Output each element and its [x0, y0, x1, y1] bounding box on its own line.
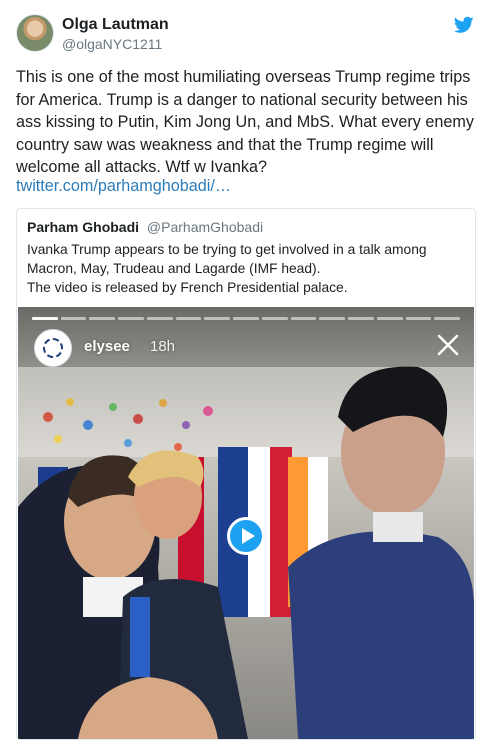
story-progress-bar [32, 317, 461, 320]
author-handle[interactable]: @olgaNYC1211 [62, 36, 162, 52]
author-name[interactable]: Olga Lautman [62, 16, 169, 34]
quoted-tweet[interactable]: Parham Ghobadi @ParhamGhobadi Ivanka Tru… [16, 208, 476, 740]
quoted-text-line-2: The video is released by French Presiden… [27, 280, 348, 295]
tweet-text: This is one of the most humiliating over… [16, 68, 474, 176]
quoted-text: Ivanka Trump appears to be trying to get… [27, 240, 467, 297]
video-player[interactable]: elysee 18h [18, 307, 474, 739]
quoted-author-handle[interactable]: @ParhamGhobadi [147, 219, 263, 235]
play-icon[interactable] [227, 517, 265, 555]
close-icon[interactable] [436, 333, 460, 357]
story-account-name[interactable]: elysee [84, 338, 130, 355]
tweet-link[interactable]: twitter.com/parhamghobadi/… [16, 177, 231, 196]
quoted-text-line-1: Ivanka Trump appears to be trying to get… [27, 242, 427, 276]
story-timestamp: 18h [150, 338, 176, 355]
quoted-author-name[interactable]: Parham Ghobadi [27, 219, 139, 235]
author-avatar[interactable] [16, 14, 54, 52]
elysee-logo-icon[interactable] [34, 329, 72, 367]
tweet-header: Olga Lautman @olgaNYC1211 [16, 14, 474, 58]
quoted-header: Parham Ghobadi @ParhamGhobadi [27, 219, 263, 235]
twitter-bird-icon[interactable] [454, 16, 474, 34]
